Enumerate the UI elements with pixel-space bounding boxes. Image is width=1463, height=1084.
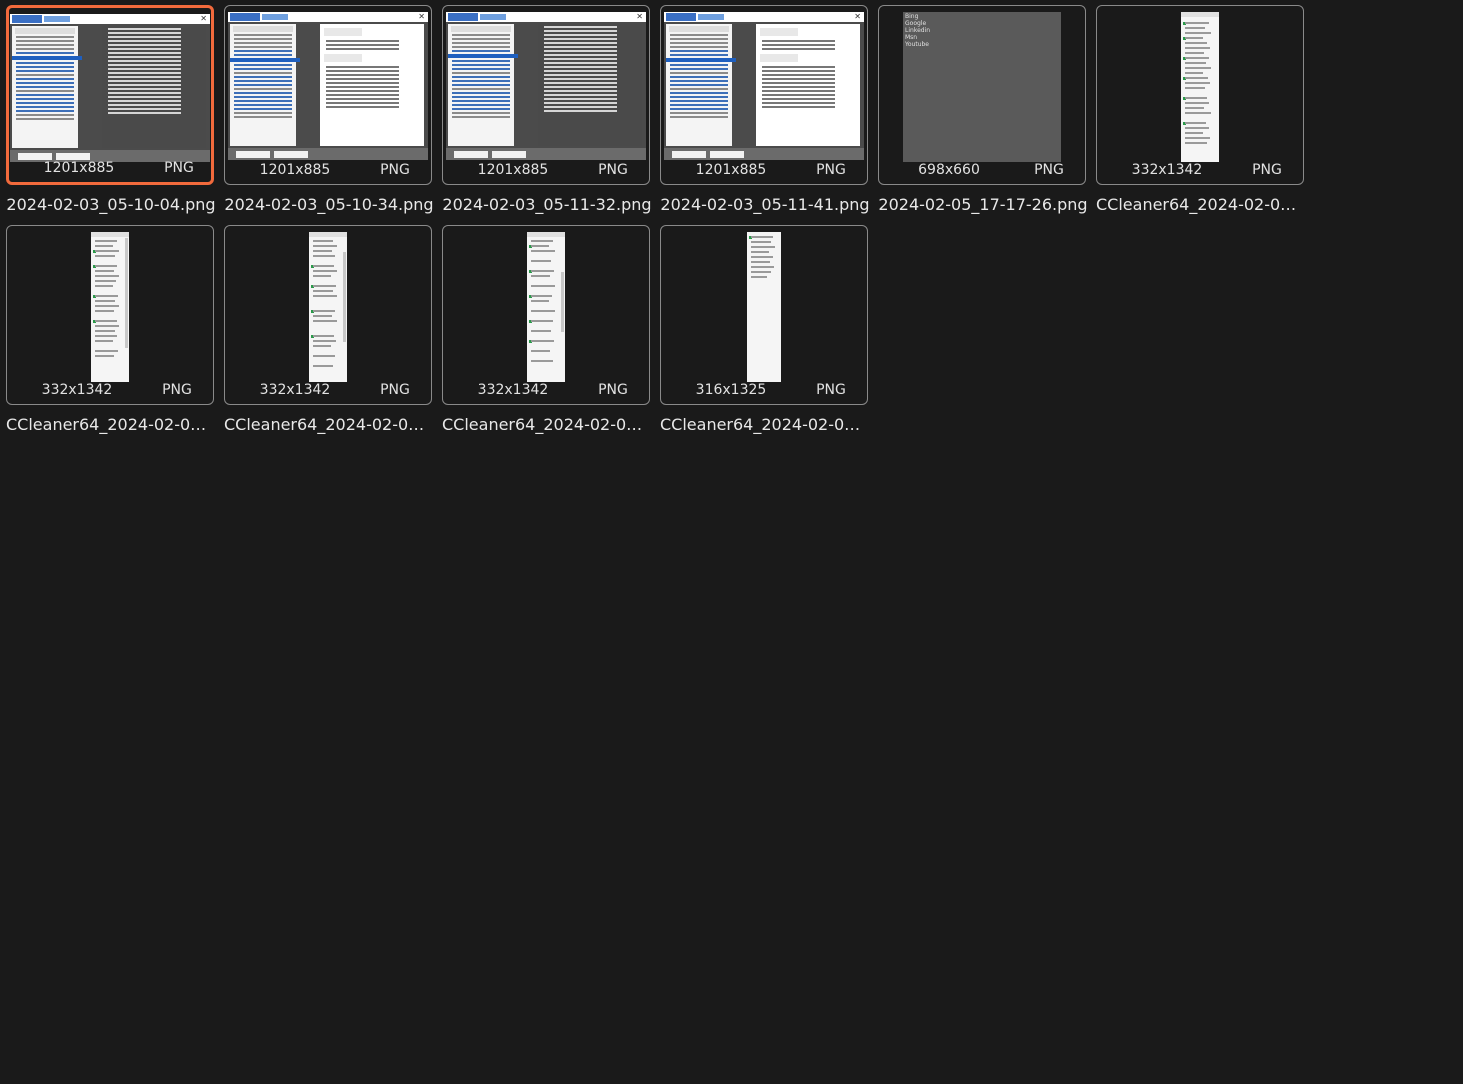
file-tile[interactable]: Bing Google Linkedin Msn Youtube 698x660… [878,5,1088,214]
thumbnail-image: Bing Google Linkedin Msn Youtube [903,12,1061,162]
thumbnail-text: Youtube [905,41,929,48]
image-dimensions: 332x1342 [259,382,331,398]
file-type: PNG [816,162,846,178]
thumbnail-text: Linkedin [905,27,931,34]
file-tile[interactable]: 332x1342 PNG CCleaner64_2024-02-03_... [224,225,434,434]
thumbnail-area: ✕ [661,12,867,164]
thumbnail-image [91,232,129,382]
file-tile[interactable]: 332x1342 PNG CCleaner64_2024-02-03_... [6,225,216,434]
thumbnail-card[interactable]: ✕ 1201x885 PNG [442,5,650,185]
thumbnail-area: ✕ [225,12,431,164]
thumbnail-card[interactable]: 332x1342 PNG [442,225,650,405]
file-name[interactable]: 2024-02-03_05-11-41.png [660,195,870,214]
thumbnail-area [443,232,649,384]
file-tile[interactable]: 332x1342 PNG CCleaner64_2024-02-03_... [442,225,652,434]
thumbnail-text: Google [905,20,927,27]
image-dimensions: 1201x885 [695,162,767,178]
file-tile[interactable]: ✕ 1201x885 PNG 2024-02-03_05-11-32.png [442,5,652,214]
file-tile[interactable]: ✕ 1201x885 PNG 2024-02-03_05-11-41.png [660,5,870,214]
thumbnail-area: ✕ [9,14,211,166]
image-dimensions: 316x1325 [695,382,767,398]
thumbnail-image: ✕ [228,12,428,160]
file-tile[interactable]: 316x1325 PNG CCleaner64_2024-02-03_... [660,225,870,434]
thumbnail-card[interactable]: Bing Google Linkedin Msn Youtube 698x660… [878,5,1086,185]
image-dimensions: 332x1342 [477,382,549,398]
file-grid: ✕ 1201x885 PNG 2024-02-03_05-10-04.png ✕… [6,5,1306,434]
file-name[interactable]: CCleaner64_2024-02-03_... [1096,195,1306,214]
file-type: PNG [598,382,628,398]
file-tile[interactable]: ✕ 1201x885 PNG 2024-02-03_05-10-04.png [6,5,216,214]
file-name[interactable]: 2024-02-03_05-10-34.png [224,195,434,214]
image-dimensions: 1201x885 [43,160,115,176]
thumbnail-image: ✕ [664,12,864,160]
thumbnail-card[interactable]: 332x1342 PNG [224,225,432,405]
thumbnail-card[interactable]: 332x1342 PNG [6,225,214,405]
thumbnail-area: Bing Google Linkedin Msn Youtube [879,12,1085,164]
file-type: PNG [1252,162,1282,178]
file-name[interactable]: CCleaner64_2024-02-03_... [6,415,216,434]
file-type: PNG [598,162,628,178]
file-name[interactable]: CCleaner64_2024-02-03_... [224,415,434,434]
thumbnail-area [1097,12,1303,164]
file-name[interactable]: CCleaner64_2024-02-03_... [660,415,870,434]
thumbnail-image: ✕ [446,12,646,160]
thumbnail-area [225,232,431,384]
file-name[interactable]: 2024-02-03_05-10-04.png [6,195,216,214]
thumbnail-text: Bing [905,13,919,20]
thumbnail-card[interactable]: ✕ 1201x885 PNG [6,5,214,185]
file-type: PNG [816,382,846,398]
file-tile[interactable]: ✕ 1201x885 PNG 2024-02-03_05-10-34.png [224,5,434,214]
image-dimensions: 332x1342 [1131,162,1203,178]
file-type: PNG [164,160,194,176]
image-dimensions: 332x1342 [41,382,113,398]
thumbnail-area [661,232,867,384]
thumbnail-card[interactable]: 316x1325 PNG [660,225,868,405]
thumbnail-text: Msn [905,34,918,41]
thumbnail-image [309,232,347,382]
thumbnail-area [7,232,213,384]
file-name[interactable]: 2024-02-05_17-17-26.png [878,195,1088,214]
file-type: PNG [380,162,410,178]
thumbnail-card[interactable]: 332x1342 PNG [1096,5,1304,185]
file-type: PNG [380,382,410,398]
file-tile[interactable]: 332x1342 PNG CCleaner64_2024-02-03_... [1096,5,1306,214]
thumbnail-card[interactable]: ✕ 1201x885 PNG [660,5,868,185]
thumbnail-card[interactable]: ✕ 1201x885 PNG [224,5,432,185]
thumbnail-image [747,232,781,382]
thumbnail-image [1181,12,1219,162]
thumbnail-image [527,232,565,382]
thumbnail-image: ✕ [10,14,210,162]
file-name[interactable]: CCleaner64_2024-02-03_... [442,415,652,434]
file-name[interactable]: 2024-02-03_05-11-32.png [442,195,652,214]
file-type: PNG [1034,162,1064,178]
image-dimensions: 1201x885 [477,162,549,178]
file-type: PNG [162,382,192,398]
thumbnail-area: ✕ [443,12,649,164]
image-dimensions: 698x660 [918,162,980,178]
image-dimensions: 1201x885 [259,162,331,178]
